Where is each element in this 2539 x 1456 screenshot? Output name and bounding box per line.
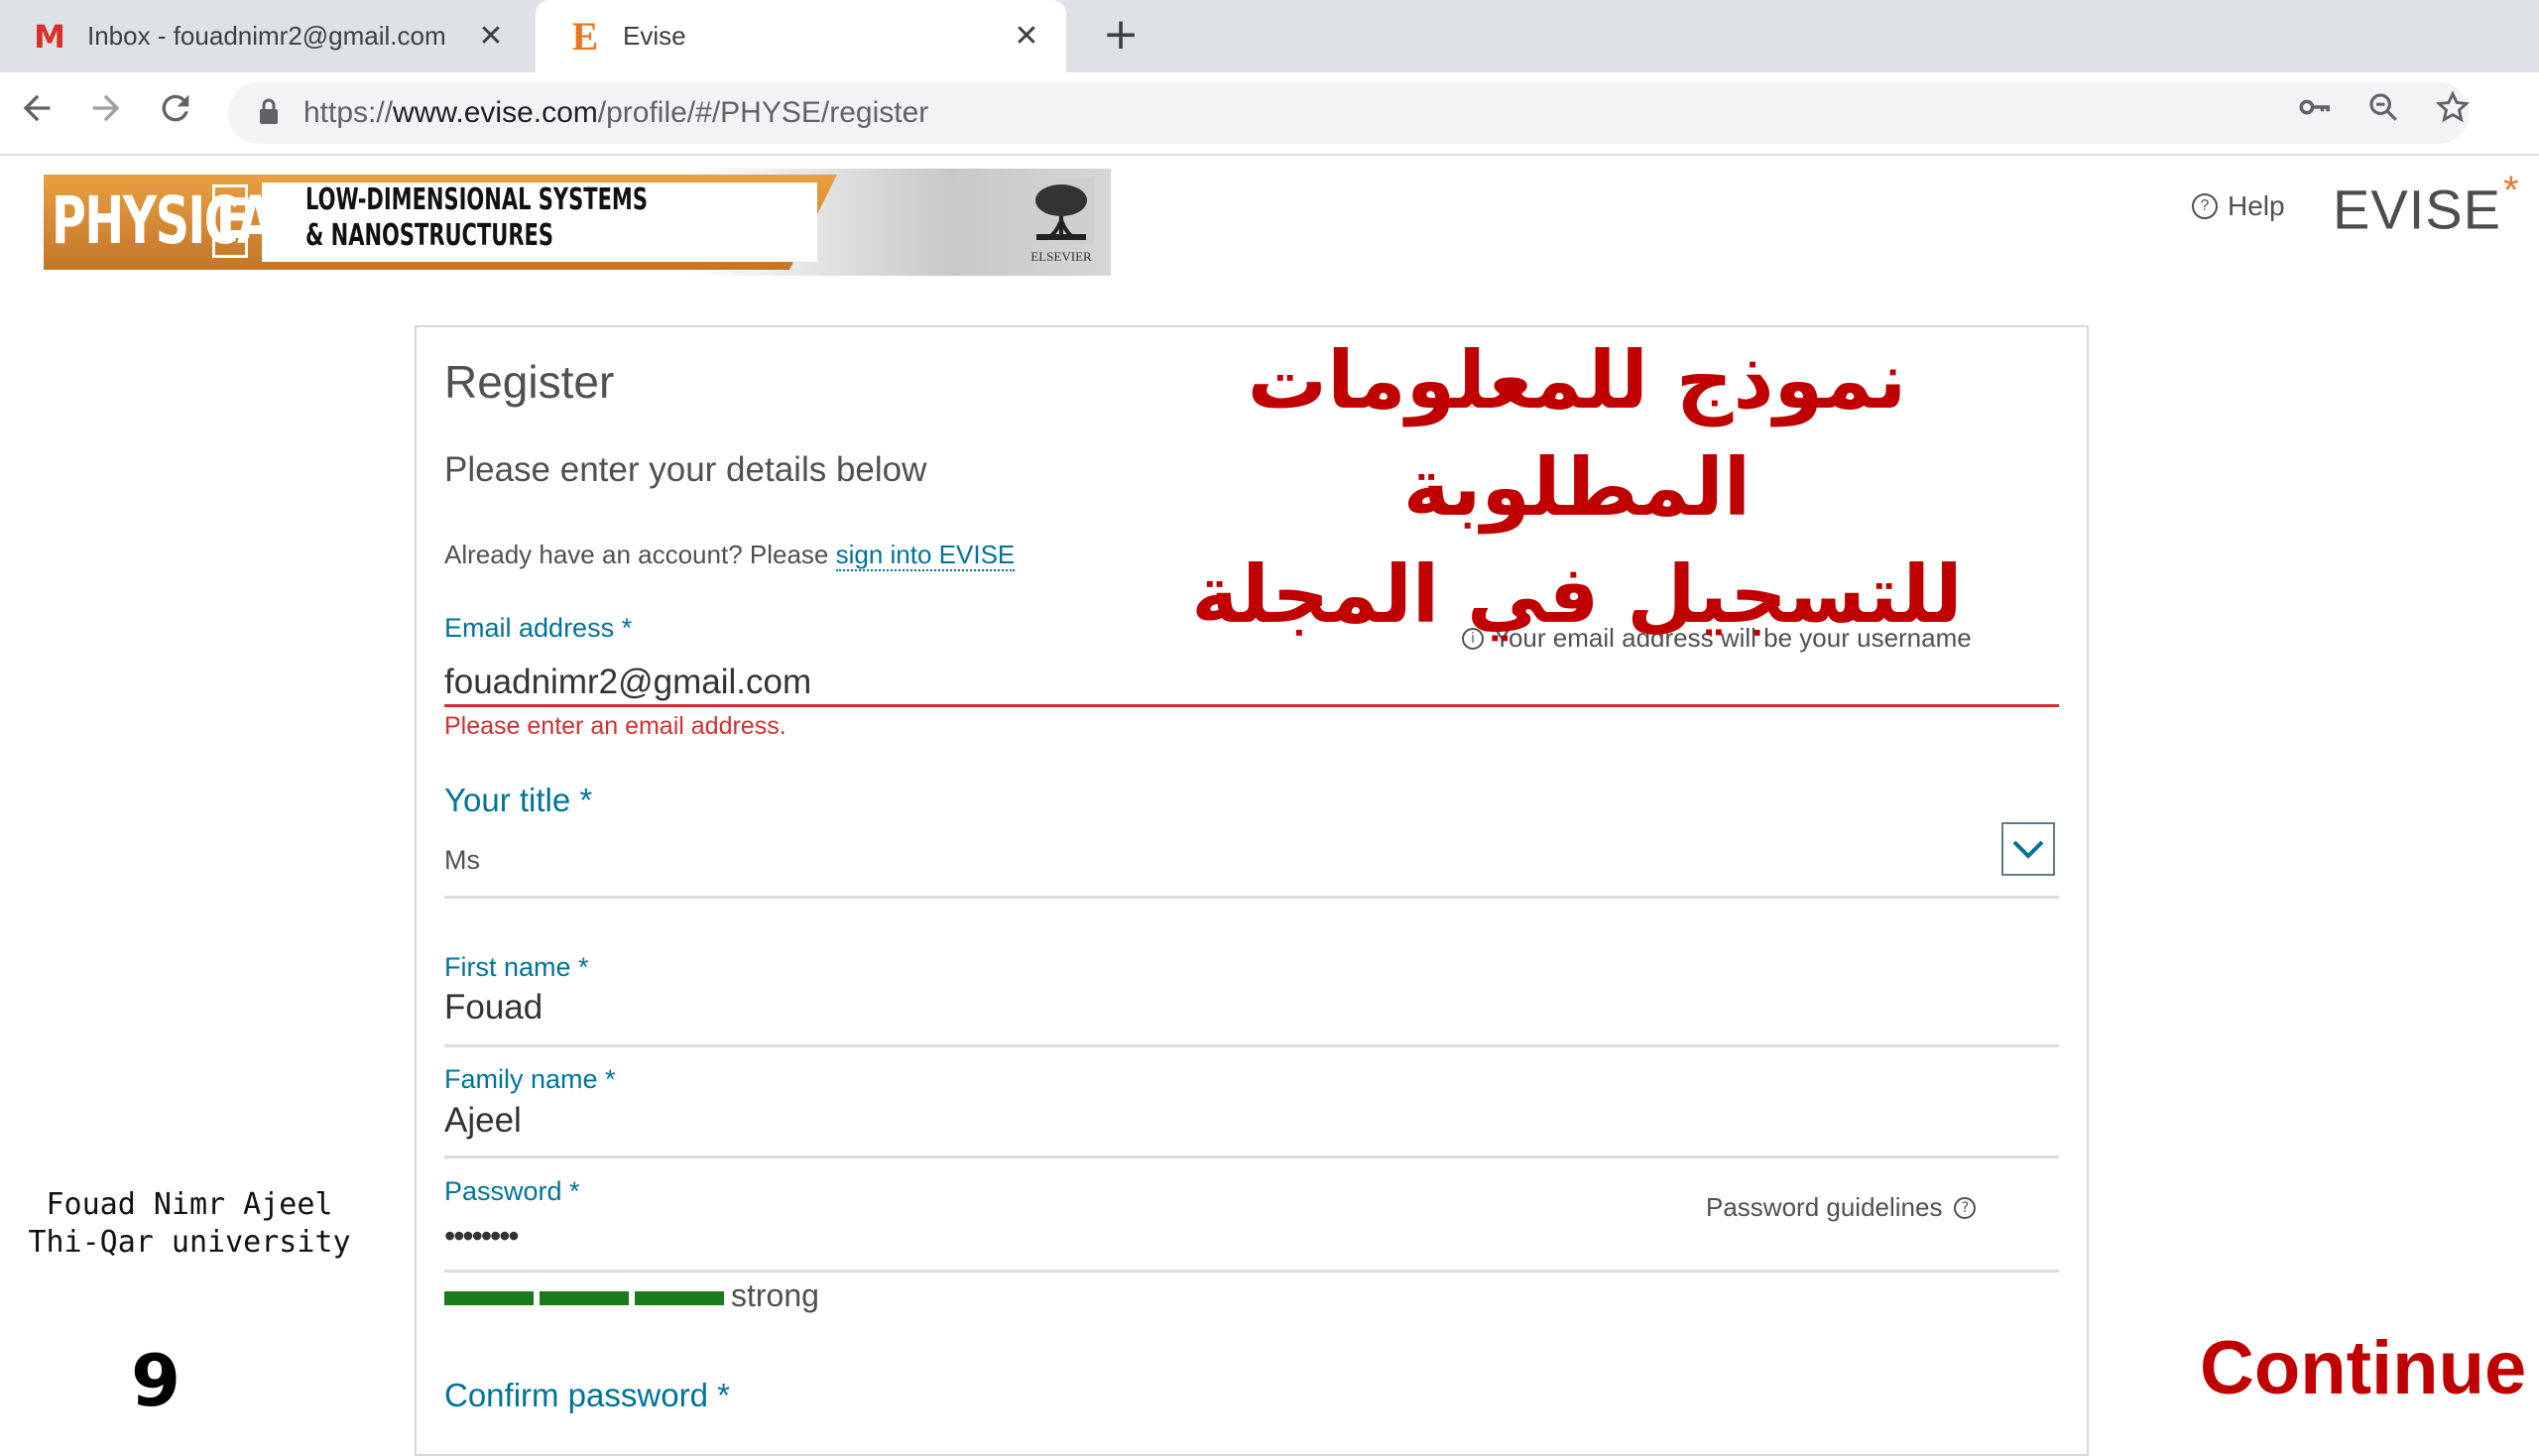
elsevier-tree-icon	[1028, 179, 1094, 244]
help-icon: ?	[2192, 193, 2218, 219]
password-strength-label: strong	[731, 1277, 819, 1313]
confirm-password-label: Confirm password *	[444, 1377, 730, 1413]
browser-toolbar: https://www.evise.com/profile/#/PHYSE/re…	[0, 72, 2539, 156]
key-icon[interactable]	[2287, 82, 2341, 144]
slide-number: 9	[131, 1339, 181, 1422]
publisher-name: ELSEVIER	[1030, 249, 1092, 264]
evise-logo[interactable]: EVISE*	[2333, 169, 2519, 242]
browser-tab-strip: M Inbox - fouadnimr2@gmail.com ✕ E Evise…	[0, 0, 2539, 72]
signin-prompt: Already have an account? Please sign int…	[444, 540, 1016, 571]
password-field[interactable]: ••••••••	[444, 1218, 520, 1255]
author-credit: Fouad Nimr Ajeel Thi-Qar university	[28, 1187, 351, 1260]
help-link[interactable]: ? Help	[2192, 190, 2285, 222]
family-name-field[interactable]: Ajeel	[444, 1101, 522, 1141]
journal-subtitle: LOW-DIMENSIONAL SYSTEMS & NANOSTRUCTURES	[262, 182, 817, 262]
family-name-label: Family name *	[444, 1064, 616, 1094]
evise-logo-asterisk: *	[2502, 169, 2520, 212]
tab-evise[interactable]: E Evise ✕	[536, 0, 1066, 72]
signin-link[interactable]: sign into EVISE	[835, 540, 1016, 571]
chevron-down-icon	[2012, 840, 2044, 859]
first-name-underline	[444, 1044, 2059, 1047]
zoom-icon[interactable]	[2357, 82, 2410, 144]
first-name-field[interactable]: Fouad	[444, 988, 543, 1028]
strength-bar-1	[444, 1291, 534, 1305]
title-underline	[444, 896, 2059, 899]
gmail-icon: M	[34, 17, 65, 56]
strength-bar-2	[540, 1291, 629, 1305]
tab-title: Evise	[623, 21, 686, 51]
evise-icon: E	[571, 14, 599, 59]
strength-bar-3	[635, 1291, 724, 1305]
arabic-annotation: نموذج للمعلومات المطلوبة للتسجيل في المج…	[1191, 334, 1963, 641]
url-text: https://www.evise.com/profile/#/PHYSE/re…	[303, 96, 929, 129]
close-tab-icon[interactable]: ✕	[1007, 19, 1046, 54]
journal-letter: E	[212, 184, 253, 258]
email-underline	[444, 704, 2059, 707]
page-title: Register	[444, 356, 615, 408]
close-tab-icon[interactable]: ✕	[471, 19, 511, 54]
password-guidelines-link[interactable]: Password guidelines?	[1706, 1192, 1977, 1223]
help-label: Help	[2228, 190, 2285, 221]
title-label: Your title *	[444, 782, 593, 818]
elsevier-logo: ELSEVIER	[1022, 179, 1101, 268]
title-dropdown-button[interactable]	[2001, 822, 2055, 876]
help-circle-icon: ?	[1954, 1196, 1977, 1219]
password-label: Password *	[444, 1176, 580, 1206]
back-arrow-icon[interactable]	[12, 88, 61, 138]
family-name-underline	[444, 1155, 2059, 1158]
email-label: Email address *	[444, 613, 633, 643]
tab-title: Inbox - fouadnimr2@gmail.com	[87, 21, 446, 51]
tab-gmail-inbox[interactable]: M Inbox - fouadnimr2@gmail.com ✕	[0, 0, 531, 72]
bookmark-star-icon[interactable]	[2426, 82, 2479, 144]
email-field[interactable]: fouadnimr2@gmail.com	[444, 663, 811, 702]
lock-icon[interactable]	[258, 97, 280, 130]
page-subtitle: Please enter your details below	[444, 450, 927, 489]
password-underline	[444, 1270, 2059, 1273]
journal-banner: PHYSICA E LOW-DIMENSIONAL SYSTEMS & NANO…	[44, 169, 1111, 276]
title-select[interactable]: Ms	[444, 845, 480, 876]
first-name-label: First name *	[444, 952, 589, 982]
address-bar[interactable]: https://www.evise.com/profile/#/PHYSE/re…	[228, 82, 2471, 144]
reload-icon[interactable]	[151, 88, 200, 138]
forward-arrow-icon[interactable]	[81, 88, 131, 138]
continue-label: Continue	[2200, 1326, 2527, 1410]
email-error: Please enter an email address.	[444, 712, 786, 740]
new-tab-button[interactable]: +	[1096, 10, 1146, 60]
